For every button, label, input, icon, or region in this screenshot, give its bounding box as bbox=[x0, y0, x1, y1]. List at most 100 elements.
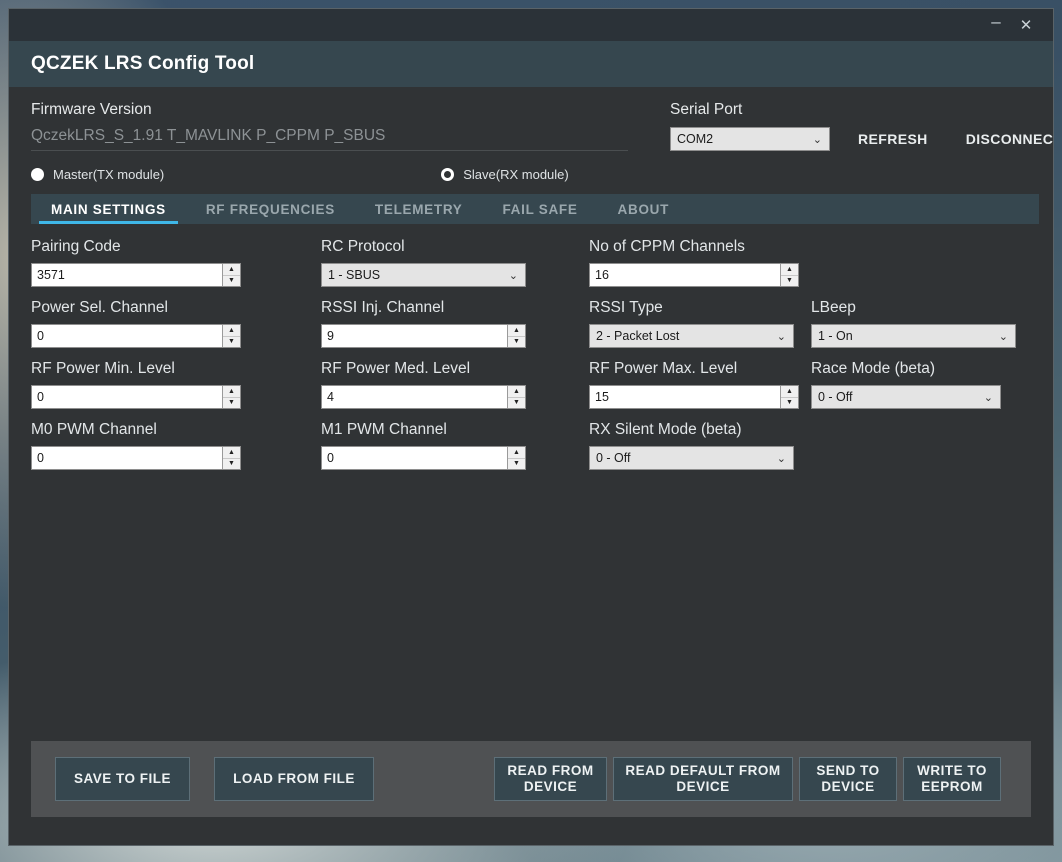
spin-up-icon[interactable]: ▲ bbox=[223, 447, 240, 459]
rf-power-max-input[interactable]: 15 ▲ ▼ bbox=[589, 385, 799, 409]
header-section: Firmware Version QczekLRS_S_1.91 T_MAVLI… bbox=[9, 87, 1053, 153]
pairing-code-stepper[interactable]: ▲ ▼ bbox=[222, 264, 240, 286]
tab-telemetry[interactable]: TELEMETRY bbox=[355, 194, 483, 224]
rx-silent-mode-value: 0 - Off bbox=[596, 451, 631, 465]
tab-about[interactable]: ABOUT bbox=[598, 194, 690, 224]
spin-down-icon[interactable]: ▼ bbox=[781, 276, 798, 287]
m1-pwm-channel-value: 0 bbox=[327, 451, 334, 465]
field-power-sel-channel: Power Sel. Channel 0 ▲ ▼ bbox=[31, 299, 321, 348]
serial-port-label: Serial Port bbox=[670, 101, 743, 118]
power-sel-channel-input[interactable]: 0 ▲ ▼ bbox=[31, 324, 241, 348]
tab-main-settings[interactable]: MAIN SETTINGS bbox=[31, 194, 186, 224]
send-to-device-button[interactable]: SEND TO DEVICE bbox=[799, 757, 897, 801]
spin-up-icon[interactable]: ▲ bbox=[508, 386, 525, 398]
read-default-from-device-button[interactable]: READ DEFAULT FROM DEVICE bbox=[613, 757, 793, 801]
field-rx-silent-mode: RX Silent Mode (beta) 0 - Off ⌄ bbox=[589, 421, 811, 470]
save-to-file-button[interactable]: SAVE TO FILE bbox=[55, 757, 190, 801]
read-from-device-button[interactable]: READ FROM DEVICE bbox=[494, 757, 607, 801]
tab-rf-frequencies[interactable]: RF FREQUENCIES bbox=[186, 194, 355, 224]
spin-up-icon[interactable]: ▲ bbox=[223, 386, 240, 398]
rf-power-med-input[interactable]: 4 ▲ ▼ bbox=[321, 385, 526, 409]
rssi-inj-channel-stepper[interactable]: ▲ ▼ bbox=[507, 325, 525, 347]
form-row-4: M0 PWM Channel 0 ▲ ▼ M1 PWM Channel 0 ▲ … bbox=[31, 421, 1053, 470]
rf-power-max-stepper[interactable]: ▲ ▼ bbox=[780, 386, 798, 408]
field-lbeep: LBeep 1 - On ⌄ bbox=[811, 299, 1021, 348]
radio-slave-icon bbox=[441, 168, 455, 181]
serial-port-select[interactable]: COM2 ⌄ bbox=[670, 127, 830, 151]
chevron-down-icon: ⌄ bbox=[812, 133, 822, 146]
spin-down-icon[interactable]: ▼ bbox=[223, 398, 240, 409]
module-mode-radio-group: Master(TX module) Slave(RX module) bbox=[9, 153, 1053, 182]
pairing-code-value: 3571 bbox=[37, 268, 65, 282]
serial-port-group: Serial Port COM2 ⌄ REFRESH DISCONNECT bbox=[656, 101, 1053, 153]
spin-down-icon[interactable]: ▼ bbox=[781, 398, 798, 409]
chevron-down-icon: ⌄ bbox=[983, 391, 993, 404]
rssi-type-value: 2 - Packet Lost bbox=[596, 329, 680, 343]
radio-slave-rx[interactable]: Slave(RX module) bbox=[441, 167, 569, 182]
lbeep-label: LBeep bbox=[811, 299, 856, 316]
pairing-code-label: Pairing Code bbox=[31, 238, 121, 255]
rc-protocol-value: 1 - SBUS bbox=[328, 268, 381, 282]
cppm-channels-stepper[interactable]: ▲ ▼ bbox=[780, 264, 798, 286]
rf-power-med-label: RF Power Med. Level bbox=[321, 360, 471, 377]
m0-pwm-channel-stepper[interactable]: ▲ ▼ bbox=[222, 447, 240, 469]
spin-up-icon[interactable]: ▲ bbox=[223, 325, 240, 337]
power-sel-channel-stepper[interactable]: ▲ ▼ bbox=[222, 325, 240, 347]
pairing-code-input[interactable]: 3571 ▲ ▼ bbox=[31, 263, 241, 287]
field-rf-power-med: RF Power Med. Level 4 ▲ ▼ bbox=[321, 360, 589, 409]
spin-up-icon[interactable]: ▲ bbox=[223, 264, 240, 276]
rssi-type-select[interactable]: 2 - Packet Lost ⌄ bbox=[589, 324, 794, 348]
rx-silent-mode-select[interactable]: 0 - Off ⌄ bbox=[589, 446, 794, 470]
load-from-file-button[interactable]: LOAD FROM FILE bbox=[214, 757, 374, 801]
m1-pwm-channel-stepper[interactable]: ▲ ▼ bbox=[507, 447, 525, 469]
title-bar: – ✕ bbox=[9, 9, 1053, 41]
spin-down-icon[interactable]: ▼ bbox=[223, 337, 240, 348]
spin-down-icon[interactable]: ▼ bbox=[508, 337, 525, 348]
rssi-type-label: RSSI Type bbox=[589, 299, 663, 316]
field-rc-protocol: RC Protocol 1 - SBUS ⌄ bbox=[321, 238, 589, 287]
rf-power-max-value: 15 bbox=[595, 390, 609, 404]
spin-up-icon[interactable]: ▲ bbox=[781, 386, 798, 398]
race-mode-value: 0 - Off bbox=[818, 390, 853, 404]
race-mode-select[interactable]: 0 - Off ⌄ bbox=[811, 385, 1001, 409]
radio-master-tx[interactable]: Master(TX module) bbox=[31, 167, 164, 182]
rssi-inj-channel-input[interactable]: 9 ▲ ▼ bbox=[321, 324, 526, 348]
m0-pwm-channel-input[interactable]: 0 ▲ ▼ bbox=[31, 446, 241, 470]
spin-up-icon[interactable]: ▲ bbox=[508, 325, 525, 337]
spin-down-icon[interactable]: ▼ bbox=[508, 398, 525, 409]
rf-power-min-input[interactable]: 0 ▲ ▼ bbox=[31, 385, 241, 409]
chevron-down-icon: ⌄ bbox=[776, 452, 786, 465]
close-icon[interactable]: ✕ bbox=[1011, 12, 1041, 38]
firmware-version-value: QczekLRS_S_1.91 T_MAVLINK P_CPPM P_SBUS bbox=[31, 125, 628, 151]
cppm-channels-input[interactable]: 16 ▲ ▼ bbox=[589, 263, 799, 287]
rf-power-min-stepper[interactable]: ▲ ▼ bbox=[222, 386, 240, 408]
form-row-2: Power Sel. Channel 0 ▲ ▼ RSSI Inj. Chann… bbox=[31, 299, 1053, 348]
serial-port-row: COM2 ⌄ REFRESH DISCONNECT bbox=[670, 125, 1053, 153]
lbeep-select[interactable]: 1 - On ⌄ bbox=[811, 324, 1016, 348]
field-race-mode: Race Mode (beta) 0 - Off ⌄ bbox=[811, 360, 1021, 409]
radio-master-label: Master(TX module) bbox=[53, 167, 165, 182]
spin-up-icon[interactable]: ▲ bbox=[508, 447, 525, 459]
refresh-button[interactable]: REFRESH bbox=[848, 125, 938, 153]
tab-fail-safe[interactable]: FAIL SAFE bbox=[482, 194, 597, 224]
rc-protocol-select[interactable]: 1 - SBUS ⌄ bbox=[321, 263, 526, 287]
rf-power-med-stepper[interactable]: ▲ ▼ bbox=[507, 386, 525, 408]
app-title: QCZEK LRS Config Tool bbox=[31, 53, 255, 74]
field-pairing-code: Pairing Code 3571 ▲ ▼ bbox=[31, 238, 321, 287]
minimize-icon[interactable]: – bbox=[981, 8, 1011, 42]
disconnect-button[interactable]: DISCONNECT bbox=[956, 125, 1053, 153]
spin-down-icon[interactable]: ▼ bbox=[223, 459, 240, 470]
field-m0-pwm-channel: M0 PWM Channel 0 ▲ ▼ bbox=[31, 421, 321, 470]
rc-protocol-label: RC Protocol bbox=[321, 238, 405, 255]
spin-down-icon[interactable]: ▼ bbox=[508, 459, 525, 470]
rf-power-med-value: 4 bbox=[327, 390, 334, 404]
radio-master-icon bbox=[31, 168, 44, 181]
cppm-channels-value: 16 bbox=[595, 268, 609, 282]
field-rf-power-max: RF Power Max. Level 15 ▲ ▼ bbox=[589, 360, 811, 409]
m1-pwm-channel-label: M1 PWM Channel bbox=[321, 421, 447, 438]
spin-up-icon[interactable]: ▲ bbox=[781, 264, 798, 276]
spin-down-icon[interactable]: ▼ bbox=[223, 276, 240, 287]
m1-pwm-channel-input[interactable]: 0 ▲ ▼ bbox=[321, 446, 526, 470]
write-to-eeprom-button[interactable]: WRITE TO EEPROM bbox=[903, 757, 1001, 801]
rssi-inj-channel-value: 9 bbox=[327, 329, 334, 343]
